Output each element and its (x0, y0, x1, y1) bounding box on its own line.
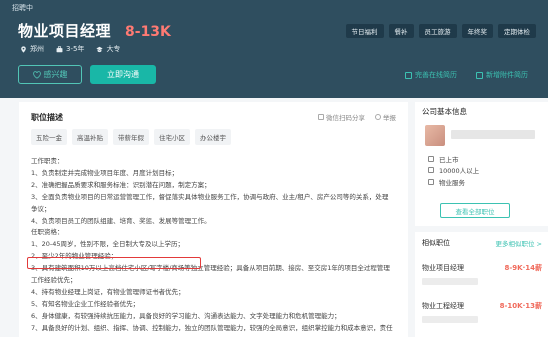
report-action[interactable]: 举报 (375, 112, 396, 122)
company-industry-text: 物业服务 (439, 179, 465, 187)
desc-line: 3、全面负责物业项目的日常运营管理工作，督促落实具体物业服务工作，协调与政府、业… (31, 192, 389, 201)
attach-resume-label: 新增附件简历 (486, 71, 528, 79)
similar-job-salary: 8-10K·13薪 (499, 302, 542, 310)
job-status: 招聘中 (12, 4, 33, 12)
view-all-jobs-button[interactable]: 查看全部职位 (440, 203, 510, 218)
job-benefit-tags: 五险一金 高温补贴 带薪年假 住宅小区 办公楼宇 (31, 129, 231, 145)
company-listed: 已上市 (428, 154, 459, 164)
job-meta: 郑州 3-5年 大专 (20, 44, 120, 54)
qrcode-icon (318, 114, 324, 120)
desc-line: 工作经验优先； (31, 276, 77, 285)
desc-line: 1、负责制定并完成物业项目年度、月度计划目标； (31, 168, 179, 177)
interest-label: 感兴趣 (43, 70, 68, 79)
job-actions: 微信扫码分享 举报 (318, 112, 396, 122)
welfare-tag: 员工旅游 (418, 24, 457, 38)
benefit-tag: 五险一金 (31, 129, 67, 145)
chat-now-button[interactable]: 立即沟通 (90, 65, 156, 84)
welfare-tag: 餐补 (388, 24, 414, 38)
desc-line: 争议； (31, 204, 51, 213)
welfare-tag: 年终奖 (461, 24, 493, 38)
meta-education: 大专 (96, 44, 120, 54)
desc-line: 5、有知名物业企业工作经验者优先； (31, 299, 140, 308)
attach-resume-link[interactable]: 新增附件简历 (476, 70, 528, 80)
company-info-card: 公司基本信息 已上市 10000人以上 物业服务 查看全部职位 (415, 102, 548, 226)
job-description-text: 工作职责： 1、负责制定并完成物业项目年度、月度计划目标； 2、准确把握品质要求… (31, 156, 401, 335)
stock-icon (428, 156, 434, 162)
company-info-title: 公司基本信息 (422, 107, 467, 116)
heart-icon (32, 70, 41, 79)
job-description-title: 职位描述 (31, 113, 63, 122)
more-similar-link[interactable]: 更多相似职位 > (495, 238, 542, 248)
resume-icon (405, 71, 412, 79)
industry-icon (428, 179, 434, 185)
highlight-box (27, 257, 201, 269)
desc-line: 4、负责项目员工的团队组建、培育、奖惩、发展等管理工作。 (31, 216, 211, 225)
meta-city-text: 郑州 (30, 45, 44, 53)
similar-job-title[interactable]: 物业工程经理 (422, 301, 464, 311)
benefit-tag: 住宅小区 (154, 129, 190, 145)
benefit-tag: 高温补贴 (72, 129, 108, 145)
similar-jobs-title: 相似职位 (422, 239, 450, 247)
people-icon (428, 167, 434, 173)
job-header: 招聘中 物业项目经理 8-13K 郑州 3-5年 大专 节日福利 餐补 员工旅游… (0, 0, 548, 98)
similar-job-title[interactable]: 物业项目经理 (422, 263, 464, 273)
benefit-tag: 带薪年假 (113, 129, 149, 145)
graduation-cap-icon (96, 46, 104, 52)
title-row: 物业项目经理 8-13K (18, 20, 171, 41)
job-title: 物业项目经理 (18, 22, 112, 40)
desc-line: 7、具备良好的计划、组织、指挥、协调、控制能力，独立的团队管理能力，较强的全局意… (31, 323, 393, 332)
job-salary: 8-13K (125, 24, 171, 40)
meta-experience-text: 3-5年 (66, 45, 85, 53)
welfare-tags: 节日福利 餐补 员工旅游 年终奖 定期体检 (345, 24, 536, 38)
benefit-tag: 办公楼宇 (195, 129, 231, 145)
meta-city: 郑州 (20, 44, 44, 54)
wechat-share-action[interactable]: 微信扫码分享 (318, 112, 365, 122)
attachment-icon (476, 71, 483, 79)
desc-line: 4、持有物业经理上岗证，有物业管理师证书者优先； (31, 287, 185, 296)
perfect-resume-label: 完善在线简历 (415, 71, 457, 79)
company-name-redacted[interactable] (451, 130, 535, 139)
desc-line: 1、20-45周岁，性别不限，全日制大专及以上学历； (31, 240, 185, 249)
meta-experience: 3-5年 (56, 44, 84, 54)
welfare-tag: 定期体检 (498, 24, 536, 38)
similar-job-company-redacted (422, 278, 478, 285)
similar-jobs-card: 相似职位 更多相似职位 > 物业项目经理 8-9K·14薪 物业工程经理 8-1… (415, 232, 548, 337)
desc-line: 工作职责： (31, 157, 64, 165)
meta-education-text: 大专 (106, 45, 121, 53)
similar-job-company-redacted (422, 316, 478, 323)
perfect-resume-link[interactable]: 完善在线简历 (405, 70, 457, 80)
wechat-share-label: 微信扫码分享 (326, 114, 365, 122)
similar-job-salary: 8-9K·14薪 (504, 264, 542, 272)
company-listed-text: 已上市 (439, 156, 459, 164)
desc-line: 任职资格： (31, 228, 64, 237)
briefcase-icon (56, 45, 63, 52)
company-logo[interactable] (425, 125, 445, 146)
company-industry: 物业服务 (428, 177, 465, 187)
warning-icon (375, 114, 381, 120)
company-size-text: 10000人以上 (439, 167, 480, 175)
report-label: 举报 (383, 114, 396, 122)
job-description-card: 职位描述 微信扫码分享 举报 五险一金 高温补贴 带薪年假 住宅小区 办公楼宇 … (19, 102, 408, 337)
company-size: 10000人以上 (428, 165, 479, 175)
desc-line: 2、准确把握品质要求和服务标准：识别潜在问题，制定方案； (31, 180, 211, 189)
interest-button[interactable]: 感兴趣 (18, 65, 82, 84)
desc-line: 6、身体健康，有较强持续抗压能力，具备良好的学习能力、沟通表达能力、文字处理能力… (31, 311, 341, 320)
welfare-tag: 节日福利 (345, 24, 384, 38)
location-icon (21, 45, 26, 53)
